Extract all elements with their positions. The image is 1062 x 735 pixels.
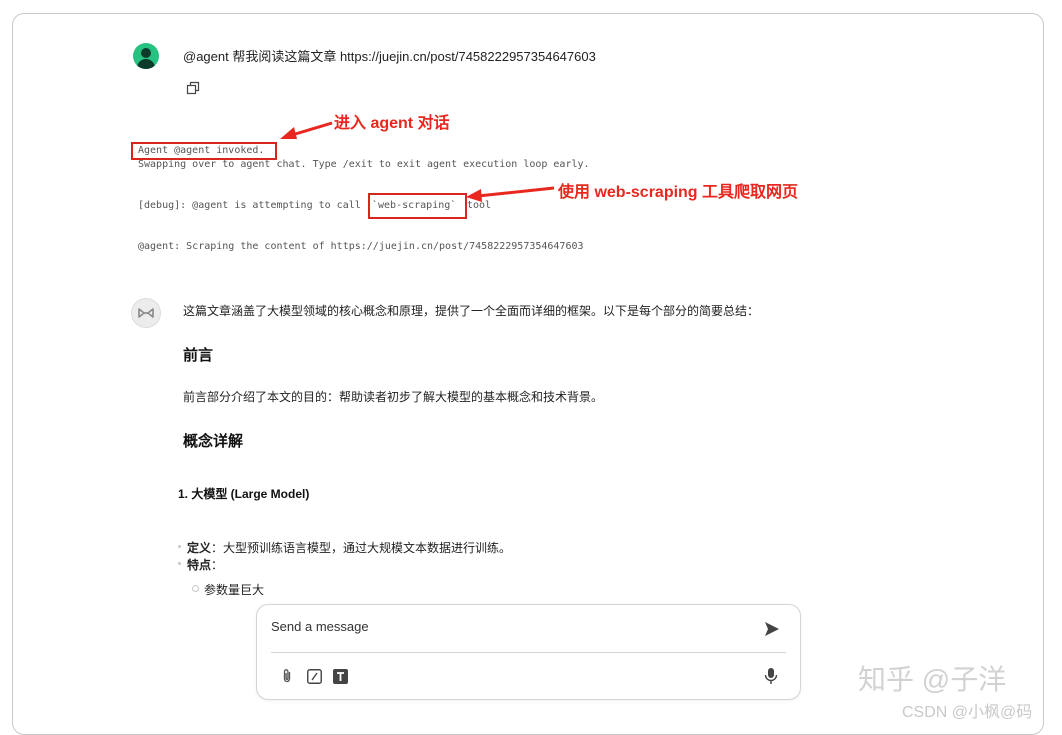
annotation-agent-chat: 进入 agent 对话 (334, 115, 450, 132)
annotation-arrow-2 (466, 186, 555, 202)
csdn-watermark: CSDN @小枫@码 (902, 704, 1033, 721)
slash-command-icon[interactable] (307, 669, 322, 684)
bullet-dot (178, 562, 181, 565)
bullet-definition: 定义：大型预训练语言模型，通过大规模文本数据进行训练。 (187, 539, 511, 556)
heading-preface: 前言 (183, 347, 214, 364)
paperclip-icon[interactable] (279, 668, 295, 684)
message-input[interactable] (271, 615, 731, 637)
bullet-dot (178, 545, 181, 548)
assistant-avatar (131, 298, 161, 328)
terminal-line-scraping: @agent: Scraping the content of https://… (138, 241, 584, 252)
send-icon[interactable] (763, 620, 781, 638)
sub-bullet-params: 参数量巨大 (204, 583, 265, 597)
sub-bullet-circle (192, 585, 199, 592)
bullet-features-text: ： (211, 558, 224, 572)
terminal-line-swap: Swapping over to agent chat. Type /exit … (138, 159, 590, 170)
user-message: @agent 帮我阅读这篇文章 https://juejin.cn/post/7… (183, 49, 596, 64)
annotation-web-scraping: 使用 web-scraping 工具爬取网页 (558, 184, 799, 201)
assistant-intro: 这篇文章涵盖了大模型领域的核心概念和原理，提供了一个全面而详细的框架。以下是每个… (183, 304, 760, 318)
bullet-features: 特点： (187, 556, 223, 573)
heading-concepts: 概念详解 (183, 433, 244, 450)
subheading-large-model: 1. 大模型 (Large Model) (178, 487, 310, 501)
microphone-icon[interactable] (763, 667, 779, 685)
annotation-arrow-1 (280, 121, 333, 139)
terminal-line-debug-prefix: [debug]: @agent is attempting to call (138, 200, 361, 211)
bullet-definition-text: ：大型预训练语言模型，通过大规模文本数据进行训练。 (211, 541, 512, 555)
user-avatar (133, 43, 159, 69)
copy-icon[interactable] (186, 81, 200, 95)
zhihu-watermark: 知乎 @子洋 (858, 664, 1007, 695)
agent-logo-icon (138, 308, 154, 318)
bullet-features-label: 特点 (187, 558, 212, 572)
terminal-tool-name: `web-scraping` (372, 200, 457, 211)
text-format-icon[interactable] (333, 669, 348, 684)
preface-text: 前言部分介绍了本文的目的：帮助读者初步了解大模型的基本概念和技术背景。 (183, 390, 604, 404)
composer-divider (271, 652, 786, 653)
terminal-line-invoked: Agent @agent invoked. (138, 145, 265, 156)
bullet-definition-label: 定义 (187, 541, 212, 555)
message-composer (256, 604, 801, 700)
